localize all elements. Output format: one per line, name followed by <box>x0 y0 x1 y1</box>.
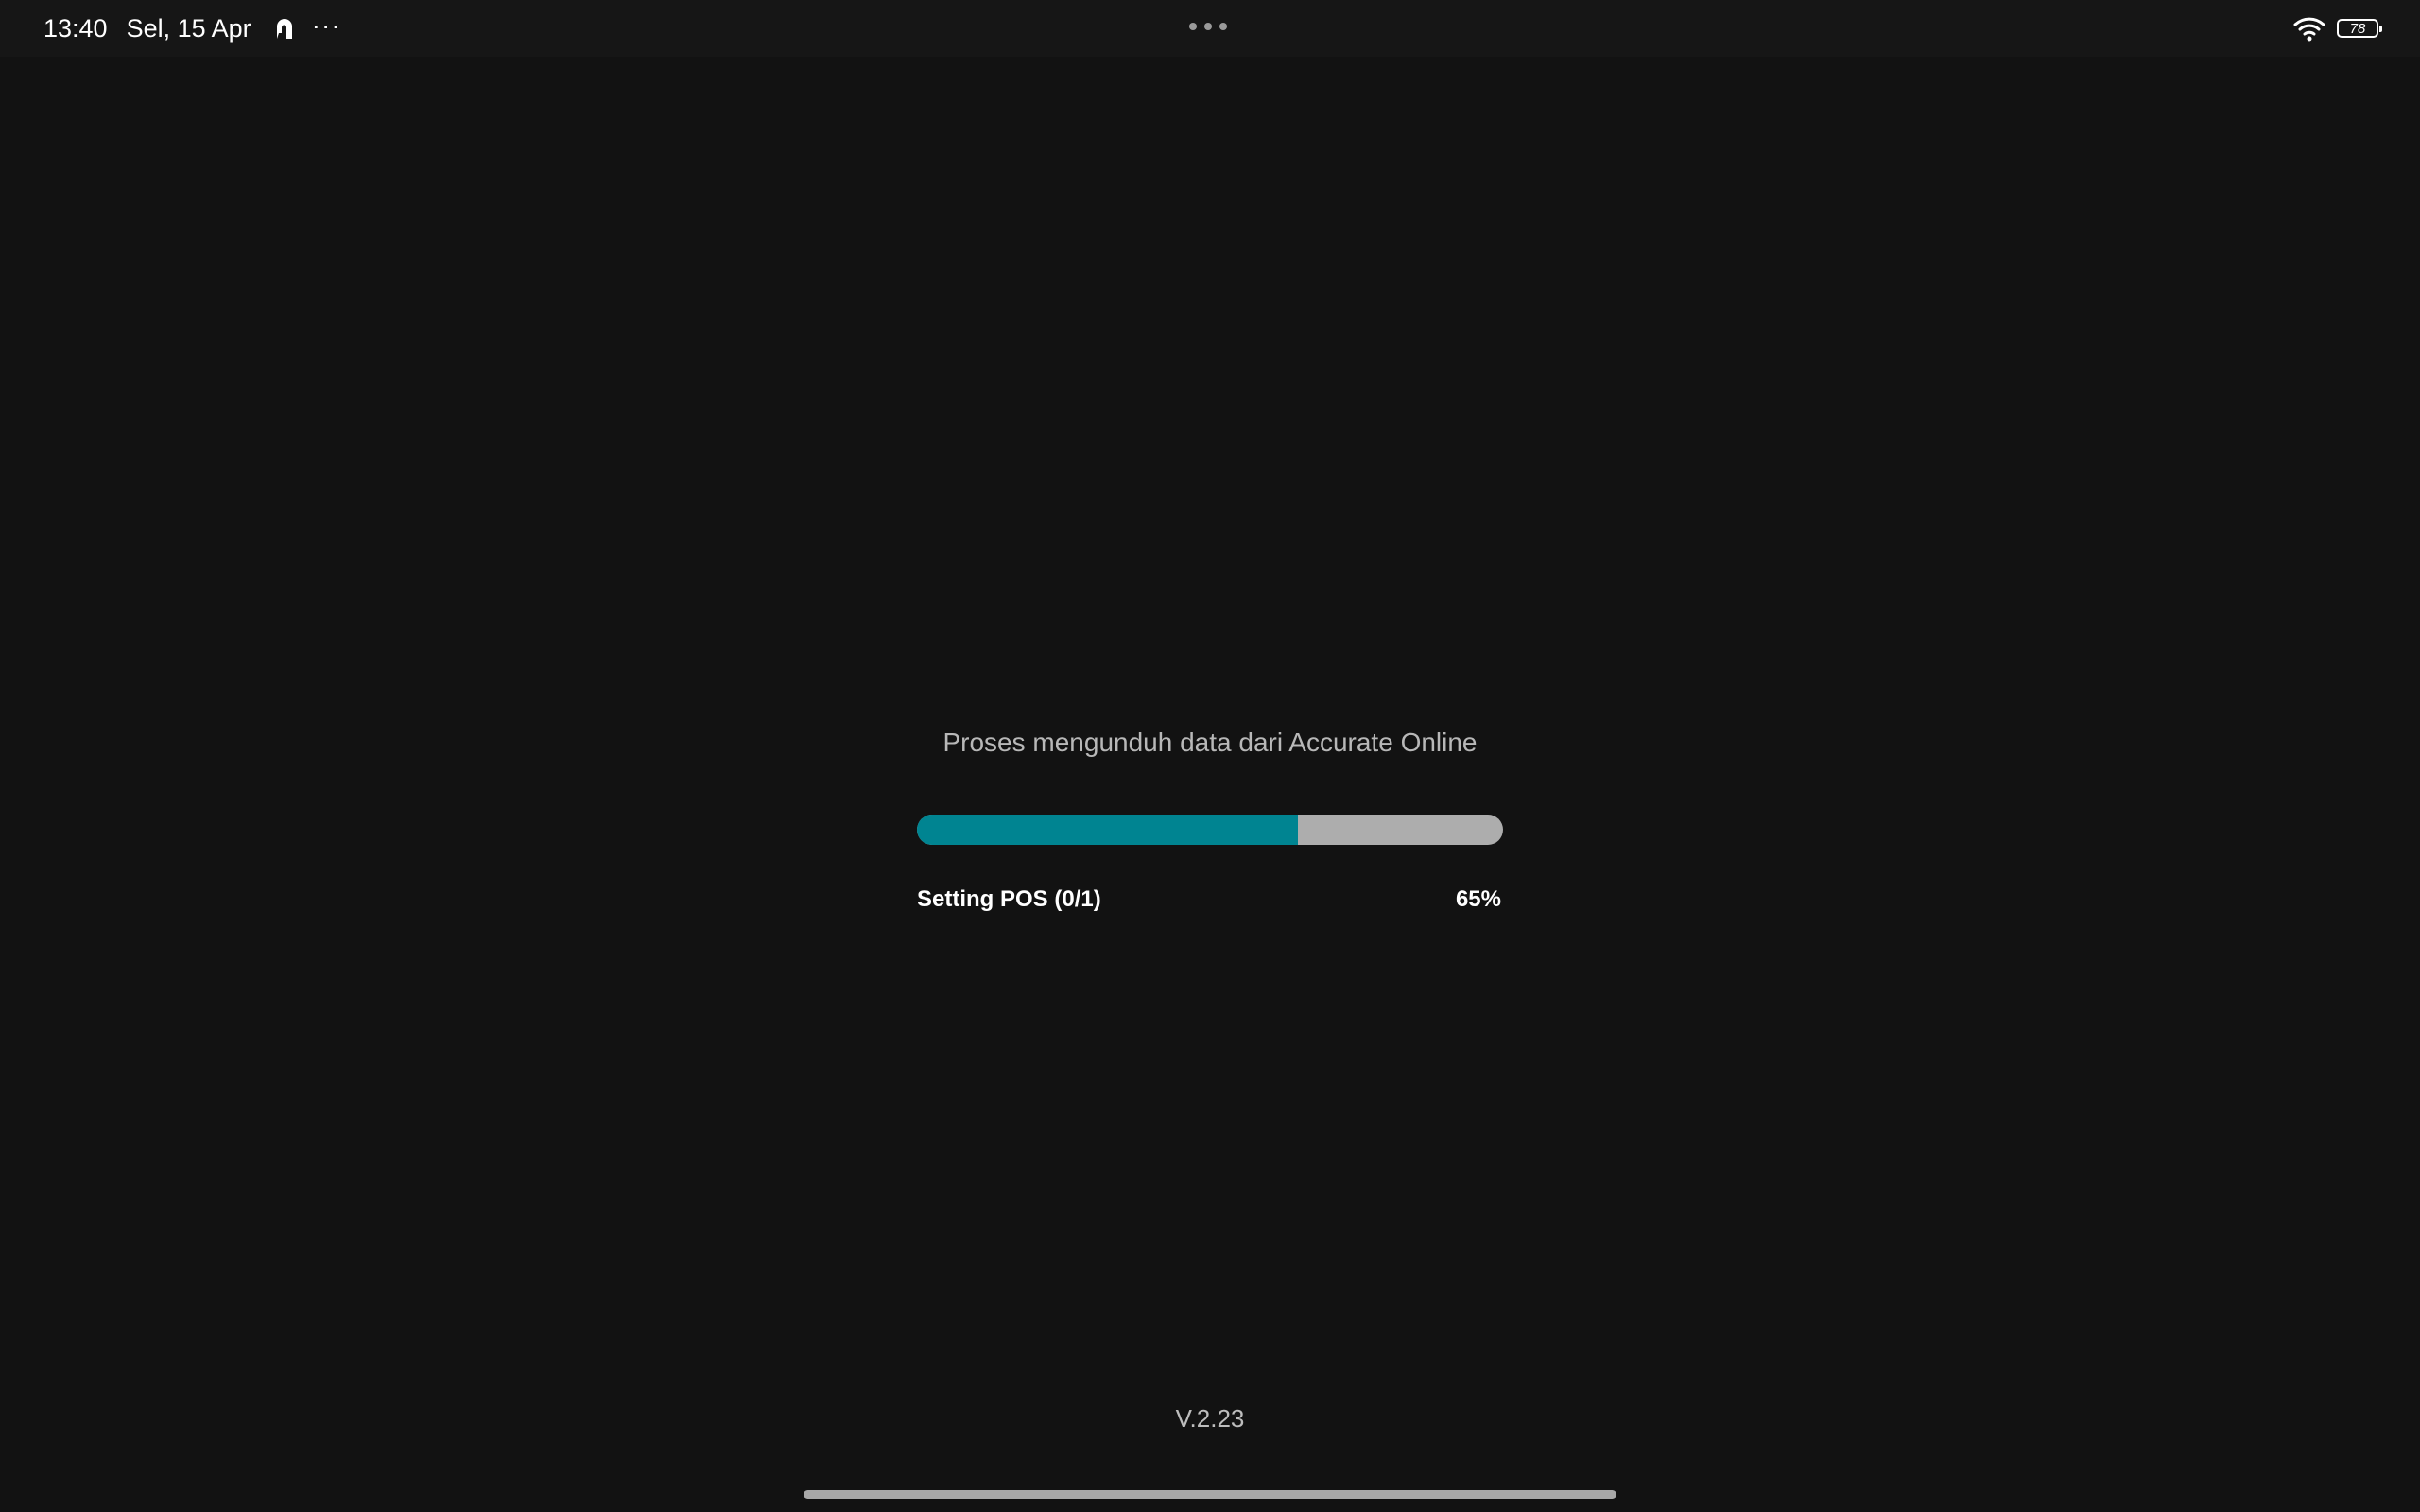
battery-icon: 78 <box>2337 19 2382 38</box>
app-notification-icon <box>276 19 292 39</box>
battery-level: 78 <box>2349 20 2366 37</box>
status-time: 13:40 <box>43 13 108 43</box>
progress-bar <box>917 815 1503 845</box>
progress-step-label: Setting POS (0/1) <box>917 886 1101 912</box>
download-progress-panel: Proses mengunduh data dari Accurate Onli… <box>917 728 1503 912</box>
progress-percent: 65% <box>1455 886 1501 912</box>
loading-screen: 13:40 Sel, 15 Apr ··· 78 Proses mengundu… <box>0 0 2420 1512</box>
window-handle-icon[interactable] <box>1189 23 1227 30</box>
status-left: 13:40 Sel, 15 Apr ··· <box>43 0 341 57</box>
more-notifications-icon: ··· <box>311 10 341 40</box>
status-right: 78 <box>2293 0 2382 57</box>
progress-bar-fill <box>917 815 1298 845</box>
status-bar: 13:40 Sel, 15 Apr ··· 78 <box>0 0 2420 57</box>
wifi-icon <box>2293 17 2325 42</box>
loading-message: Proses mengunduh data dari Accurate Onli… <box>942 728 1478 757</box>
home-indicator[interactable] <box>804 1490 1616 1499</box>
status-date: Sel, 15 Apr <box>126 13 251 43</box>
app-version: V.2.23 <box>1175 1404 1245 1433</box>
